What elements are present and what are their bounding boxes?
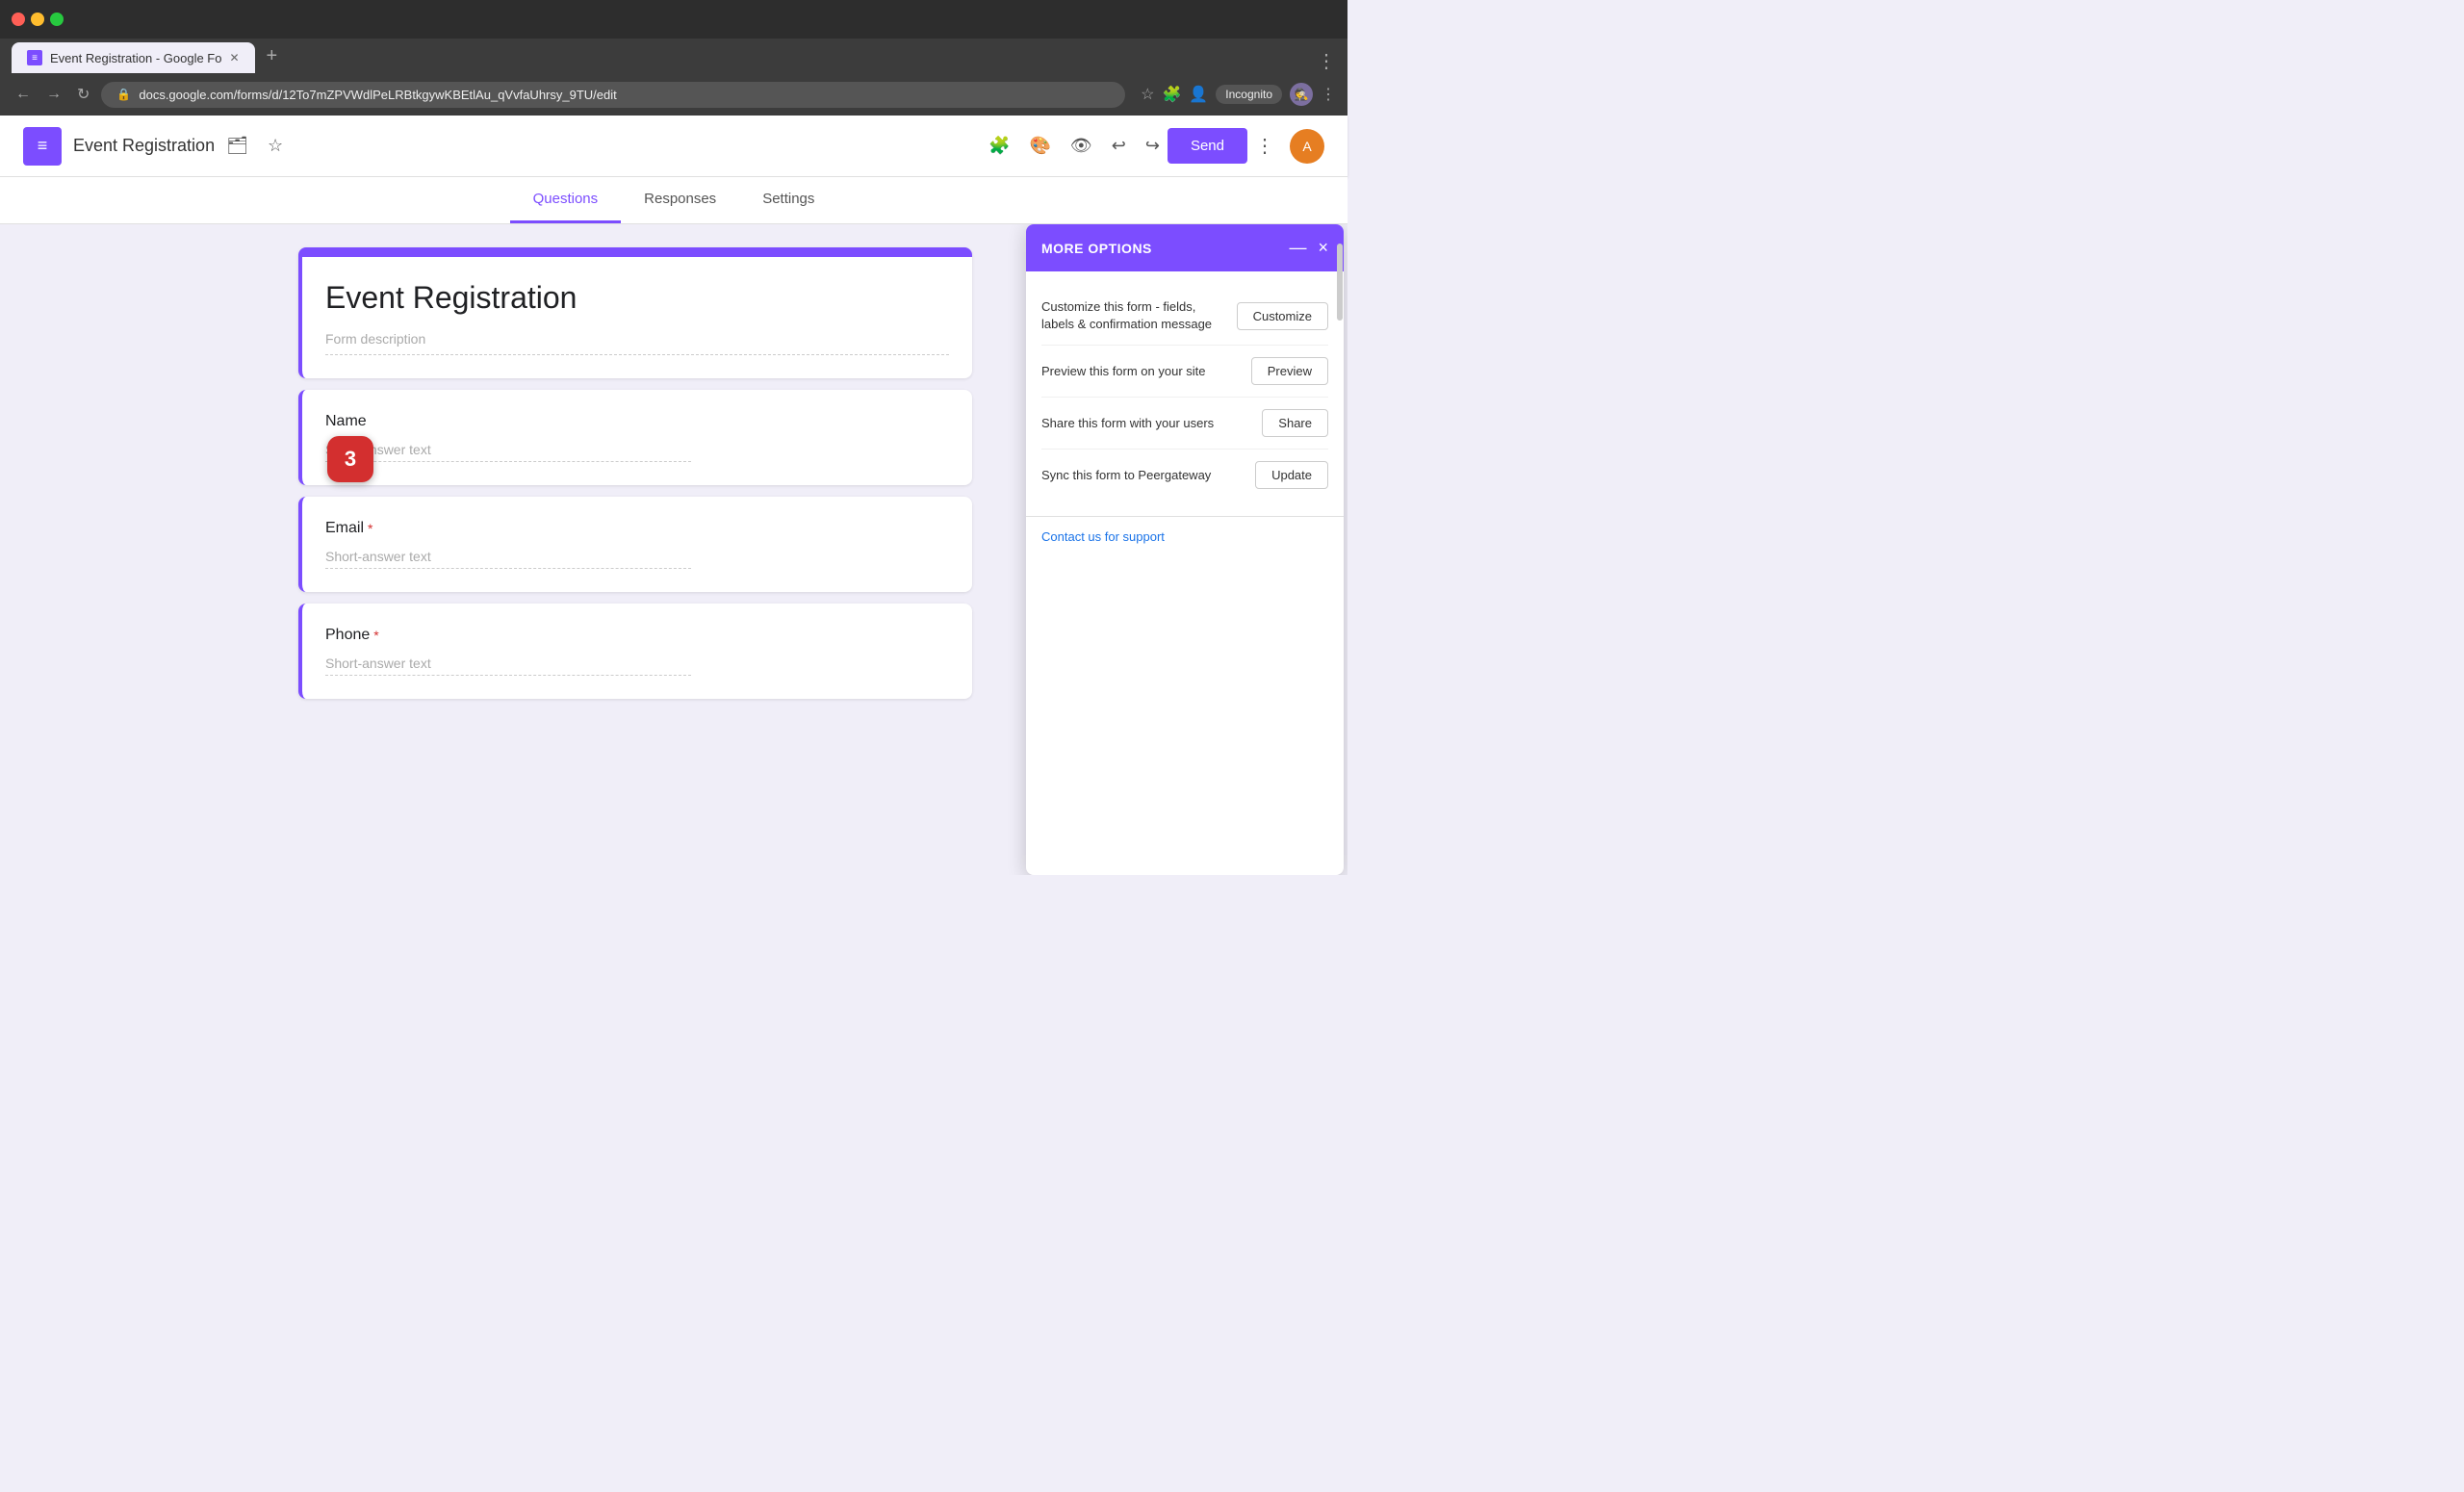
answer-field-phone[interactable]: Short-answer text bbox=[325, 656, 691, 676]
app-header: ≡ Event Registration 🗂 ☆ 🧩 🎨 👁 ↩ ↪ Send … bbox=[0, 116, 1348, 177]
browser-menu-button[interactable]: ⋮ bbox=[1321, 85, 1336, 104]
address-text: docs.google.com/forms/d/12To7mZPVWdlPeLR… bbox=[139, 88, 1110, 102]
address-bar-row: ← → ↻ 🔒 docs.google.com/forms/d/12To7mZP… bbox=[0, 73, 1348, 116]
profile-button[interactable]: 👤 bbox=[1189, 85, 1208, 104]
tab-questions[interactable]: Questions bbox=[510, 177, 622, 223]
tab-title: Event Registration - Google Fo bbox=[50, 51, 221, 65]
address-bar[interactable]: 🔒 docs.google.com/forms/d/12To7mZPVWdlPe… bbox=[101, 82, 1125, 108]
scroll-thumb bbox=[1337, 244, 1343, 321]
more-options-header-actions: — × bbox=[1289, 238, 1328, 258]
undo-button[interactable]: ↩ bbox=[1104, 128, 1134, 164]
question-label-email: Email * bbox=[325, 520, 949, 537]
palette-button[interactable]: 🎨 bbox=[1021, 128, 1058, 164]
star-button[interactable]: ☆ bbox=[260, 128, 291, 164]
form-container: Event Registration Form description Name… bbox=[298, 247, 972, 852]
more-options-panel: MORE OPTIONS — × Customize this form - f… bbox=[1026, 224, 1344, 875]
tab-bar: ≡ Event Registration - Google Fo ✕ + ⋮ bbox=[0, 39, 1348, 73]
required-star-email: * bbox=[368, 521, 372, 536]
required-star-phone: * bbox=[373, 628, 378, 643]
options-label-customize: Customize this form - fields, labels & c… bbox=[1041, 298, 1237, 333]
more-menu-button[interactable]: ⋮ bbox=[1247, 126, 1282, 166]
form-header-card: Event Registration Form description bbox=[298, 247, 972, 378]
new-tab-button[interactable]: + bbox=[259, 41, 286, 71]
question-card-phone: Phone * Short-answer text bbox=[298, 604, 972, 699]
answer-field-email[interactable]: Short-answer text bbox=[325, 549, 691, 569]
maximize-window-button[interactable] bbox=[50, 13, 64, 26]
tab-responses[interactable]: Responses bbox=[621, 177, 739, 223]
options-label-share: Share this form with your users bbox=[1041, 415, 1262, 432]
minimize-window-button[interactable] bbox=[31, 13, 44, 26]
more-options-title: MORE OPTIONS bbox=[1041, 241, 1152, 256]
options-row-customize: Customize this form - fields, labels & c… bbox=[1041, 287, 1328, 346]
user-avatar: A bbox=[1290, 129, 1324, 164]
update-button[interactable]: Update bbox=[1255, 461, 1328, 489]
app-title: Event Registration bbox=[73, 136, 215, 156]
addon-button[interactable]: 🧩 bbox=[981, 128, 1017, 164]
main-content: 3 Event Registration Form description Na… bbox=[0, 224, 1348, 875]
tab-settings[interactable]: Settings bbox=[739, 177, 837, 223]
extensions-button[interactable]: 🧩 bbox=[1162, 85, 1181, 104]
step-badge: 3 bbox=[327, 436, 373, 482]
incognito-avatar: 🕵 bbox=[1290, 83, 1313, 106]
options-label-preview: Preview this form on your site bbox=[1041, 363, 1251, 380]
scroll-handle[interactable] bbox=[1336, 224, 1344, 875]
close-window-button[interactable] bbox=[12, 13, 25, 26]
answer-field-name[interactable]: Short-answer text bbox=[325, 442, 691, 462]
contact-link[interactable]: Contact us for support bbox=[1041, 529, 1165, 544]
back-button[interactable]: ← bbox=[12, 82, 35, 107]
tab-favicon: ≡ bbox=[27, 50, 42, 65]
tab-close-button[interactable]: ✕ bbox=[229, 51, 239, 64]
browser-window-controls bbox=[0, 0, 1348, 39]
share-button[interactable]: Share bbox=[1262, 409, 1328, 437]
more-options-minimize-button[interactable]: — bbox=[1289, 238, 1306, 258]
app-logo: ≡ bbox=[23, 127, 62, 166]
folder-button[interactable]: 🗂 bbox=[218, 128, 256, 164]
traffic-lights bbox=[12, 13, 64, 26]
forward-button[interactable]: → bbox=[42, 82, 65, 107]
customize-button[interactable]: Customize bbox=[1237, 302, 1328, 330]
options-label-update: Sync this form to Peergateway bbox=[1041, 467, 1255, 484]
send-button[interactable]: Send bbox=[1168, 128, 1247, 164]
options-row-update: Sync this form to Peergateway Update bbox=[1041, 450, 1328, 501]
lock-icon: 🔒 bbox=[116, 88, 131, 101]
form-title: Event Registration bbox=[325, 280, 949, 316]
question-card-name: Name Short-answer text bbox=[298, 390, 972, 485]
incognito-badge: Incognito bbox=[1216, 85, 1282, 104]
incognito-label: Incognito bbox=[1225, 88, 1272, 101]
form-description[interactable]: Form description bbox=[325, 331, 949, 355]
options-row-preview: Preview this form on your site Preview bbox=[1041, 346, 1328, 398]
more-options-close-button[interactable]: × bbox=[1318, 238, 1328, 258]
question-label-name: Name bbox=[325, 413, 949, 430]
more-options-footer: Contact us for support bbox=[1026, 516, 1344, 557]
reload-button[interactable]: ↻ bbox=[73, 81, 93, 108]
active-tab[interactable]: ≡ Event Registration - Google Fo ✕ bbox=[12, 42, 255, 73]
redo-button[interactable]: ↪ bbox=[1138, 128, 1168, 164]
question-card-email: Email * Short-answer text bbox=[298, 497, 972, 592]
options-row-share: Share this form with your users Share bbox=[1041, 398, 1328, 450]
browser-actions: ☆ 🧩 👤 Incognito 🕵 ⋮ bbox=[1141, 83, 1336, 106]
preview-button[interactable]: 👁 bbox=[1063, 128, 1100, 164]
question-label-phone: Phone * bbox=[325, 627, 949, 644]
more-options-body: Customize this form - fields, labels & c… bbox=[1026, 271, 1344, 516]
bookmark-button[interactable]: ☆ bbox=[1141, 85, 1154, 104]
more-options-header: MORE OPTIONS — × bbox=[1026, 224, 1344, 271]
preview-form-button[interactable]: Preview bbox=[1251, 357, 1328, 385]
nav-tabs: Questions Responses Settings bbox=[0, 177, 1348, 224]
